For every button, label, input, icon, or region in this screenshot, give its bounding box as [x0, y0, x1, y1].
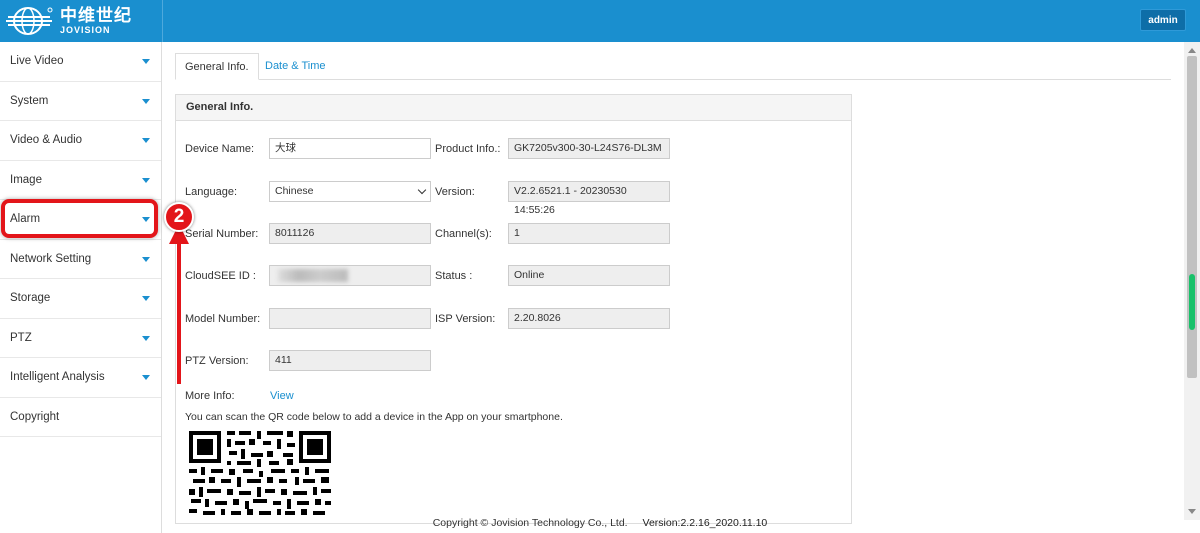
channels-field: 1: [508, 223, 670, 244]
logo-globe-icon: [6, 7, 53, 35]
ptz-version-field: 411: [269, 350, 431, 371]
sidebar-item-storage[interactable]: Storage: [0, 279, 161, 319]
caret-down-icon: [142, 98, 150, 104]
product-info-label: Product Info.:: [435, 143, 501, 155]
caret-down-icon: [142, 138, 150, 143]
caret-down-icon: [142, 296, 150, 301]
serial-number-label: Serial Number:: [185, 228, 259, 240]
version-label: Version:: [435, 186, 475, 198]
version-text: Version:2.2.16_2020.11.10: [642, 517, 768, 529]
language-label: Language:: [185, 186, 237, 198]
sidebar-item-system[interactable]: System: [0, 82, 161, 121]
sidebar-item-label: PTZ: [10, 331, 32, 344]
status-field: Online: [508, 265, 670, 286]
scrollbar-indicator: [1189, 274, 1195, 330]
page-footer: Copyright © Jovision Technology Co., Ltd…: [0, 517, 1200, 529]
top-bar: 中维世纪 JOVISION admin: [0, 0, 1200, 42]
version-field: V2.2.6521.1 - 20230530 14:55:26: [508, 181, 670, 216]
channels-label: Channel(s):: [435, 228, 492, 240]
caret-down-icon: [142, 59, 150, 64]
step-number-badge: 2: [164, 202, 194, 232]
device-name-input[interactable]: 大球: [269, 138, 431, 159]
sidebar-item-label: Intelligent Analysis: [10, 371, 105, 383]
page-scrollbar[interactable]: [1184, 42, 1200, 520]
panel-title: General Info.: [176, 95, 851, 121]
sidebar-item-label: System: [10, 94, 49, 107]
sidebar-item-label: Network Setting: [10, 252, 92, 265]
sidebar-menu: Live Video System Video & Audio Image Al…: [0, 42, 162, 533]
tab-bar: General Info. Date & Time: [175, 53, 1171, 80]
status-label: Status :: [435, 270, 473, 282]
jovision-logo: 中维世纪 JOVISION: [6, 4, 132, 38]
sidebar-item-label: Storage: [10, 292, 51, 304]
sidebar-item-network-setting[interactable]: Network Setting: [0, 240, 161, 279]
tab-general-info[interactable]: General Info.: [175, 53, 259, 80]
admin-user-button[interactable]: admin: [1140, 9, 1186, 31]
copyright-text: Copyright © Jovision Technology Co., Ltd…: [432, 517, 628, 529]
sidebar-item-label: Image: [10, 173, 42, 186]
language-select[interactable]: Chinese: [269, 181, 431, 202]
sidebar-item-label: Video & Audio: [10, 134, 83, 146]
sidebar-item-video-audio[interactable]: Video & Audio: [0, 121, 161, 161]
blurred-id: [278, 269, 348, 282]
more-info-label: More Info:: [185, 390, 235, 402]
ptz-version-label: PTZ Version:: [185, 355, 249, 367]
cloudsee-id-field: [269, 265, 431, 286]
tab-date-time[interactable]: Date & Time: [256, 53, 335, 80]
caret-down-icon: [142, 375, 150, 380]
device-name-label: Device Name:: [185, 143, 255, 155]
sidebar-item-label: Live Video: [10, 55, 64, 67]
serial-number-field: 8011126: [269, 223, 431, 244]
caret-down-icon: [142, 335, 150, 341]
sidebar-item-label: Copyright: [10, 410, 60, 423]
sidebar-item-image[interactable]: Image: [0, 161, 161, 200]
qr-code-image: [187, 429, 335, 517]
scroll-up-icon[interactable]: [1188, 48, 1196, 53]
alarm-highlight-box: [1, 199, 158, 238]
logo-english-text: JOVISION: [60, 25, 111, 35]
model-number-label: Model Number:: [185, 313, 261, 325]
sidebar-item-live-video[interactable]: Live Video: [0, 42, 161, 82]
view-link[interactable]: View: [270, 390, 294, 402]
chevron-down-icon: [417, 185, 427, 195]
sidebar-item-intelligent-analysis[interactable]: Intelligent Analysis: [0, 358, 161, 398]
model-number-field: [269, 308, 431, 329]
sidebar-item-ptz[interactable]: PTZ: [0, 319, 161, 358]
isp-version-field: 2.20.8026: [508, 308, 670, 329]
up-arrow-icon: [169, 224, 189, 384]
header-divider: [162, 0, 163, 42]
isp-version-label: ISP Version:: [435, 313, 496, 325]
qr-instruction-text: You can scan the QR code below to add a …: [185, 411, 563, 423]
caret-down-icon: [142, 256, 150, 262]
sidebar-item-copyright[interactable]: Copyright: [0, 398, 161, 437]
product-info-field: GK7205v300-30-L24S76-DL3M: [508, 138, 670, 159]
language-select-value: Chinese: [275, 185, 314, 197]
cloudsee-id-label: CloudSEE ID :: [185, 270, 256, 282]
scroll-down-icon[interactable]: [1188, 509, 1196, 514]
caret-down-icon: [142, 177, 150, 183]
logo-chinese-text: 中维世纪: [60, 6, 132, 25]
